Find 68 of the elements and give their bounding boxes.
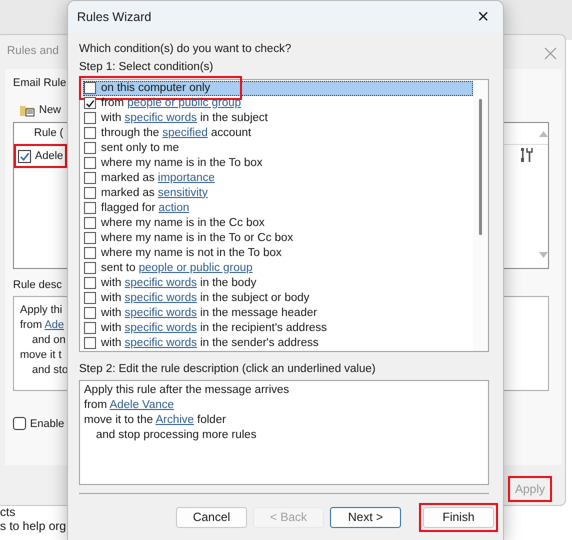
page-text: cts [0, 505, 16, 519]
description-line: and stop processing more rules [95, 428, 256, 443]
link[interactable]: sensitivity [158, 186, 208, 198]
condition-row[interactable]: on this computer only [83, 80, 473, 96]
link[interactable]: importance [158, 172, 215, 184]
checkbox[interactable] [84, 232, 96, 244]
dialog-button[interactable]: Finish [423, 506, 494, 528]
checkbox[interactable] [13, 417, 26, 430]
checkbox[interactable] [84, 142, 96, 154]
tab-label[interactable]: Email Rule [13, 75, 66, 92]
description-line: and on [31, 332, 66, 348]
link[interactable]: Ade [44, 318, 64, 330]
checkbox[interactable] [84, 172, 96, 184]
checkbox[interactable] [84, 202, 96, 214]
description-line: Apply thi [20, 302, 62, 318]
checkbox[interactable] [84, 277, 96, 289]
link[interactable]: specific words [124, 336, 197, 348]
checkbox[interactable] [84, 112, 96, 124]
condition-row[interactable]: sent only to me [83, 140, 179, 156]
checkbox[interactable] [84, 307, 96, 319]
condition-row[interactable]: flagged for action [83, 200, 190, 216]
checkbox[interactable] [84, 217, 96, 229]
condition-text: flagged for action [101, 200, 190, 216]
description-line: move it to the Archive folder [84, 412, 226, 428]
section-label: Rule desc [13, 278, 62, 293]
link[interactable]: specific words [124, 306, 197, 318]
window-title: Rules and [7, 44, 59, 60]
link[interactable]: specific words [124, 322, 197, 334]
page-text: s to help org [0, 519, 66, 533]
dialog-button[interactable]: Cancel [176, 506, 247, 528]
checkbox[interactable] [84, 127, 96, 139]
link[interactable]: specified [162, 126, 208, 138]
condition-text: on this computer only [101, 80, 210, 96]
tools-icon [520, 147, 534, 163]
dialog-button[interactable]: Next > [330, 506, 401, 528]
scrollbar-thumb[interactable] [479, 98, 482, 234]
checkbox[interactable] [84, 262, 96, 274]
new-rule-button[interactable]: New [39, 102, 62, 118]
checkbox[interactable] [84, 187, 96, 199]
checkbox[interactable] [84, 157, 96, 169]
condition-text: sent only to me [101, 140, 179, 156]
window-title: Rules Wizard [77, 8, 152, 26]
section-label: Step 2: Edit the rule description (click an underlined value) [79, 362, 376, 376]
link[interactable]: specific words [124, 276, 197, 288]
description-line: from Ade [20, 318, 64, 332]
checkbox[interactable] [84, 82, 96, 94]
description-line: move it t [20, 348, 62, 362]
description-line: from Adele Vance [84, 398, 174, 413]
checkbox[interactable] [18, 150, 31, 162]
question-text: Which condition(s) do you want to check? [79, 42, 292, 57]
link[interactable]: specific words [124, 292, 197, 304]
link[interactable]: people or public group [127, 96, 242, 108]
checkbox[interactable] [84, 337, 96, 349]
rule-name[interactable]: Adele [35, 148, 64, 164]
link[interactable]: action [158, 202, 190, 214]
description-line: Apply this rule after the message arrives [84, 382, 290, 398]
checkbox[interactable] [84, 292, 96, 304]
section-label: Step 1: Select condition(s) [79, 60, 214, 76]
checkbox[interactable] [84, 97, 96, 109]
column-header: Rule ( [34, 126, 64, 142]
link[interactable]: specific words [124, 112, 197, 124]
checkbox-label: Enable [30, 416, 64, 432]
link[interactable]: Adele Vance [110, 398, 174, 411]
checkbox[interactable] [84, 247, 96, 259]
checkbox[interactable] [84, 322, 96, 334]
link[interactable]: Archive [156, 414, 194, 426]
close-button[interactable]: × [473, 7, 493, 27]
link[interactable]: people or public group [138, 262, 253, 274]
